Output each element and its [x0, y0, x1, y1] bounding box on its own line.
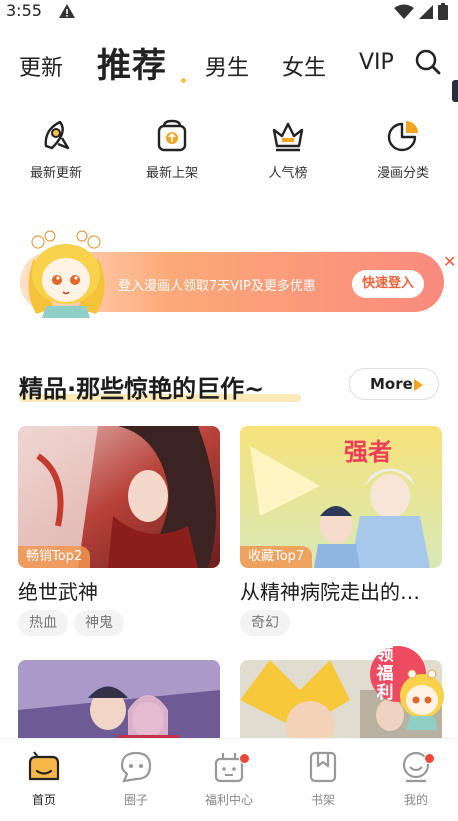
bottom-nav-label: 书架	[310, 793, 335, 807]
wifi-icon	[394, 4, 414, 24]
bottom-nav-label: 我的	[403, 793, 428, 807]
quick-link-category[interactable]: 漫画分类	[358, 118, 448, 181]
tab-female[interactable]: 女生	[282, 50, 326, 82]
warning-icon	[58, 3, 76, 23]
more-label: More	[370, 375, 413, 393]
bottom-nav-label: 圈子	[123, 793, 148, 807]
upload-box-icon	[157, 119, 187, 152]
tab-recommend[interactable]: 推荐	[97, 38, 167, 87]
notification-dot	[239, 753, 250, 764]
crown-icon	[272, 122, 304, 152]
active-tab-indicator	[181, 78, 186, 83]
status-time: 3:55	[6, 1, 42, 20]
edge-decoration	[452, 80, 458, 102]
genre-tag[interactable]: 奇幻	[240, 610, 290, 636]
quick-login-button[interactable]: 快速登入	[352, 270, 424, 298]
close-icon[interactable]: ✕	[443, 252, 456, 271]
genre-tag[interactable]: 热血	[18, 610, 68, 636]
notification-dot	[424, 753, 435, 764]
comic-tags: 奇幻	[240, 610, 290, 636]
comic-cover[interactable]	[18, 660, 220, 750]
bottom-nav-label: 首页	[31, 793, 56, 807]
tab-male[interactable]: 男生	[205, 50, 249, 82]
bottom-nav-home[interactable]: 首页	[9, 749, 79, 808]
section-title: 精品·那些惊艳的巨作~	[19, 375, 265, 403]
bottom-nav-profile[interactable]: 我的	[381, 749, 451, 808]
quick-link-label: 漫画分类	[376, 166, 429, 181]
quick-link-label: 人气榜	[268, 166, 308, 181]
home-icon	[28, 751, 60, 781]
rank-badge: 畅销Top2	[18, 546, 91, 568]
bottom-nav-bookshelf[interactable]: 书架	[288, 749, 358, 808]
signal-icon	[418, 4, 434, 24]
comic-cover[interactable]: 畅销Top2	[18, 426, 220, 568]
more-button[interactable]: More	[349, 368, 439, 400]
comic-title[interactable]: 绝世武神	[18, 576, 98, 605]
comic-tags: 热血 神鬼	[18, 610, 124, 636]
play-arrow-icon	[414, 379, 423, 391]
bookmark-icon	[309, 751, 337, 783]
search-icon	[415, 49, 441, 75]
tab-vip[interactable]: VIP	[359, 50, 394, 75]
welfare-badge-text: 领福利	[376, 645, 394, 703]
battery-icon	[438, 3, 448, 24]
bottom-nav-welfare[interactable]: 福利中心	[194, 749, 264, 808]
quick-link-label: 最新上架	[145, 166, 198, 181]
bottom-nav-circle[interactable]: 圈子	[101, 749, 171, 808]
genre-tag[interactable]: 神鬼	[74, 610, 124, 636]
rank-badge: 收藏Top7	[240, 546, 313, 568]
top-nav: 更新 推荐 男生 女生 VIP	[0, 30, 458, 90]
quick-link-label: 最新更新	[29, 166, 82, 181]
quick-link-latest-update[interactable]: 最新更新	[11, 118, 101, 181]
bottom-nav: 首页 圈子 福利中心 书架 我的	[0, 738, 458, 821]
welfare-float-badge[interactable]: 领福利	[370, 640, 450, 734]
rocket-icon	[44, 120, 70, 150]
tab-updates[interactable]: 更新	[19, 50, 63, 82]
pie-chart-icon	[387, 121, 418, 152]
quick-link-popular[interactable]: 人气榜	[243, 118, 333, 181]
bottom-nav-label: 福利中心	[204, 793, 253, 807]
status-bar: 3:55	[0, 0, 458, 24]
quick-link-new-release[interactable]: 最新上架	[127, 118, 217, 181]
comic-title[interactable]: 从精神病院走出的…	[240, 576, 420, 605]
cover-title-art: 强者	[344, 438, 392, 466]
search-button[interactable]	[414, 48, 442, 80]
banner-text: 登入漫画人领取7天VIP及更多优惠	[118, 279, 316, 294]
chat-icon	[120, 751, 152, 783]
mascot-illustration	[16, 218, 116, 322]
comic-cover[interactable]: 强者 收藏Top7	[240, 426, 442, 568]
